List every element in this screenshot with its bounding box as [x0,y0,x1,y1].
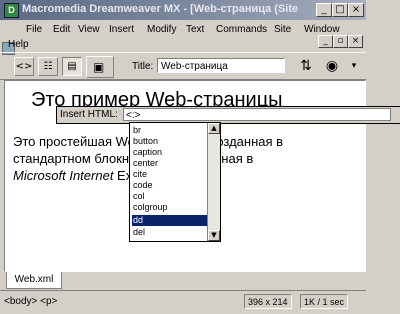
preview-browser-icon[interactable]: ◉ [322,57,342,75]
code-view-button[interactable]: <> [14,57,34,76]
list-item[interactable]: br [132,125,209,136]
code-view-icon: <> [15,61,33,72]
list-item[interactable]: code [132,180,209,191]
design-view-icon: ▤ [67,61,77,72]
split-view-icon: ☷ [43,61,53,72]
menu-window[interactable]: Window [304,24,340,35]
download-size: 1K / 1 sec [300,294,349,309]
menu-edit[interactable]: Edit [53,24,70,35]
list-item[interactable]: button [132,136,209,147]
doc-restore-button[interactable]: ▫ [333,35,348,48]
list-item[interactable]: del [132,227,209,238]
window-title: Macromedia Dreamweaver MX - [Web-страниц… [22,3,299,15]
design-view-button[interactable]: ▤ [62,57,82,76]
scroll-up-icon[interactable]: ▲ [208,123,220,134]
paragraph-italic-text: Microsoft Internet [13,168,114,183]
insert-html-bar: Insert HTML: <:> [56,106,400,124]
doc-minimize-button[interactable]: _ [318,35,333,48]
insert-html-input[interactable]: <:> [123,108,391,121]
desktop-background [366,0,400,314]
menu-bar: File Edit View Insert Modify Text Comman… [0,20,366,55]
list-item[interactable]: colgroup [132,202,209,213]
tag-selector[interactable]: <body> <p> [4,296,57,307]
tag-hint-list[interactable]: br button caption center cite code col c… [129,122,221,242]
live-data-button[interactable]: ▣ [86,56,114,78]
document-tab[interactable]: Web.xml [6,272,62,289]
split-view-button[interactable]: ☷ [38,57,58,76]
title-bar[interactable]: D Macromedia Dreamweaver MX - [Web-стран… [0,0,366,20]
list-item[interactable]: col [132,191,209,202]
menu-commands[interactable]: Commands [216,24,267,35]
list-item[interactable]: center [132,158,209,169]
file-management-icon[interactable]: ⇅ [296,57,316,75]
minimize-button[interactable]: _ [316,3,332,17]
page-icon: ▣ [93,60,105,74]
document-toolbar: <> ☷ ▤ ▣ Title: Web-страница ⇅ ◉ ▾ [0,52,366,80]
menu-view[interactable]: View [78,24,100,35]
list-item-selected[interactable]: dd [132,215,209,226]
title-label: Title: [132,61,154,72]
list-scrollbar[interactable]: ▲ ▼ [207,123,220,241]
insert-html-label: Insert HTML: [60,109,118,120]
page-title-input[interactable]: Web-страница [157,58,285,73]
menu-text[interactable]: Text [186,24,204,35]
list-item[interactable]: caption [132,147,209,158]
maximize-button[interactable]: □ [332,3,348,17]
list-item[interactable]: cite [132,169,209,180]
close-button[interactable]: × [348,3,364,17]
menu-help[interactable]: Help [8,39,29,50]
dropdown-arrow-icon[interactable]: ▾ [344,57,364,75]
window-size[interactable]: 396 x 214 [244,294,292,309]
menu-insert[interactable]: Insert [109,24,134,35]
dreamweaver-logo-icon: D [4,3,19,18]
menu-site[interactable]: Site [274,24,291,35]
scroll-down-icon[interactable]: ▼ [208,230,220,241]
doc-close-button[interactable]: × [348,35,363,48]
status-bar: <body> <p> 396 x 214 1K / 1 sec [0,290,366,313]
menu-file[interactable]: File [26,24,42,35]
menu-modify[interactable]: Modify [147,24,176,35]
